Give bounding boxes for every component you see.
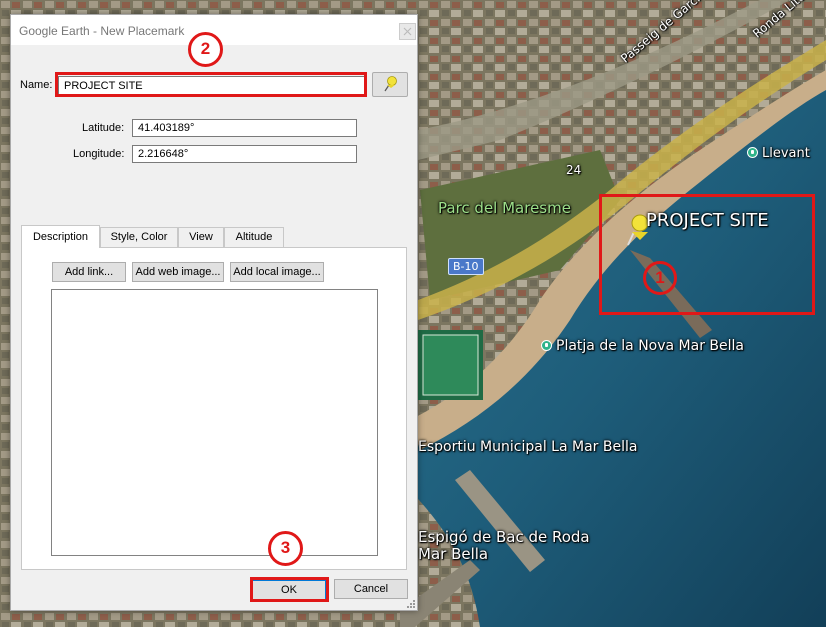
breakwater-label: Espigó de Bac de Roda [418,528,590,546]
description-textarea[interactable] [51,289,378,556]
longitude-label: Longitude: [73,148,125,160]
annotation-step-3: 3 [268,531,303,566]
annotation-box-name-field [55,72,367,97]
name-label: Name: [20,79,53,91]
road-shield-b10: B-10 [448,258,484,275]
sports-center-label: Esportiu Municipal La Mar Bella [418,439,638,455]
cancel-button[interactable]: Cancel [334,579,408,599]
road-label-24: 24 [566,163,582,177]
add-link-button[interactable]: Add link... [52,262,126,282]
park-label: Parc del Maresme [438,199,571,217]
close-button[interactable] [399,23,416,40]
annotation-box-ok-button [250,577,329,602]
new-placemark-dialog: Google Earth - New Placemark Name: PROJE… [10,14,418,611]
add-web-image-button[interactable]: Add web image... [132,262,224,282]
latitude-label: Latitude: [82,122,125,134]
tab-altitude[interactable]: Altitude [224,227,284,247]
beach-poi-icon [747,147,758,158]
latitude-input[interactable]: 41.403189° [132,119,357,137]
dialog-title: Google Earth - New Placemark [19,24,185,38]
add-local-image-button[interactable]: Add local image... [230,262,324,282]
tab-style-color[interactable]: Style, Color [100,227,178,247]
placemark-icon-button[interactable] [372,72,408,97]
close-icon [403,27,412,36]
mar-bella-label: Mar Bella [418,545,489,563]
poi-llevant: Llevant [747,146,810,161]
annotation-step-1: 1 [643,261,677,295]
beach-poi-icon [541,340,552,351]
annotation-step-2: 2 [188,32,223,67]
tab-view[interactable]: View [178,227,224,247]
longitude-input[interactable]: 2.216648° [132,145,357,163]
resize-grip-icon[interactable] [407,600,416,609]
pushpin-icon [384,76,397,92]
annotation-box-placemark [599,194,815,315]
poi-nova-mar-bella: Platja de la Nova Mar Bella [541,338,744,354]
tab-description[interactable]: Description [21,225,100,248]
